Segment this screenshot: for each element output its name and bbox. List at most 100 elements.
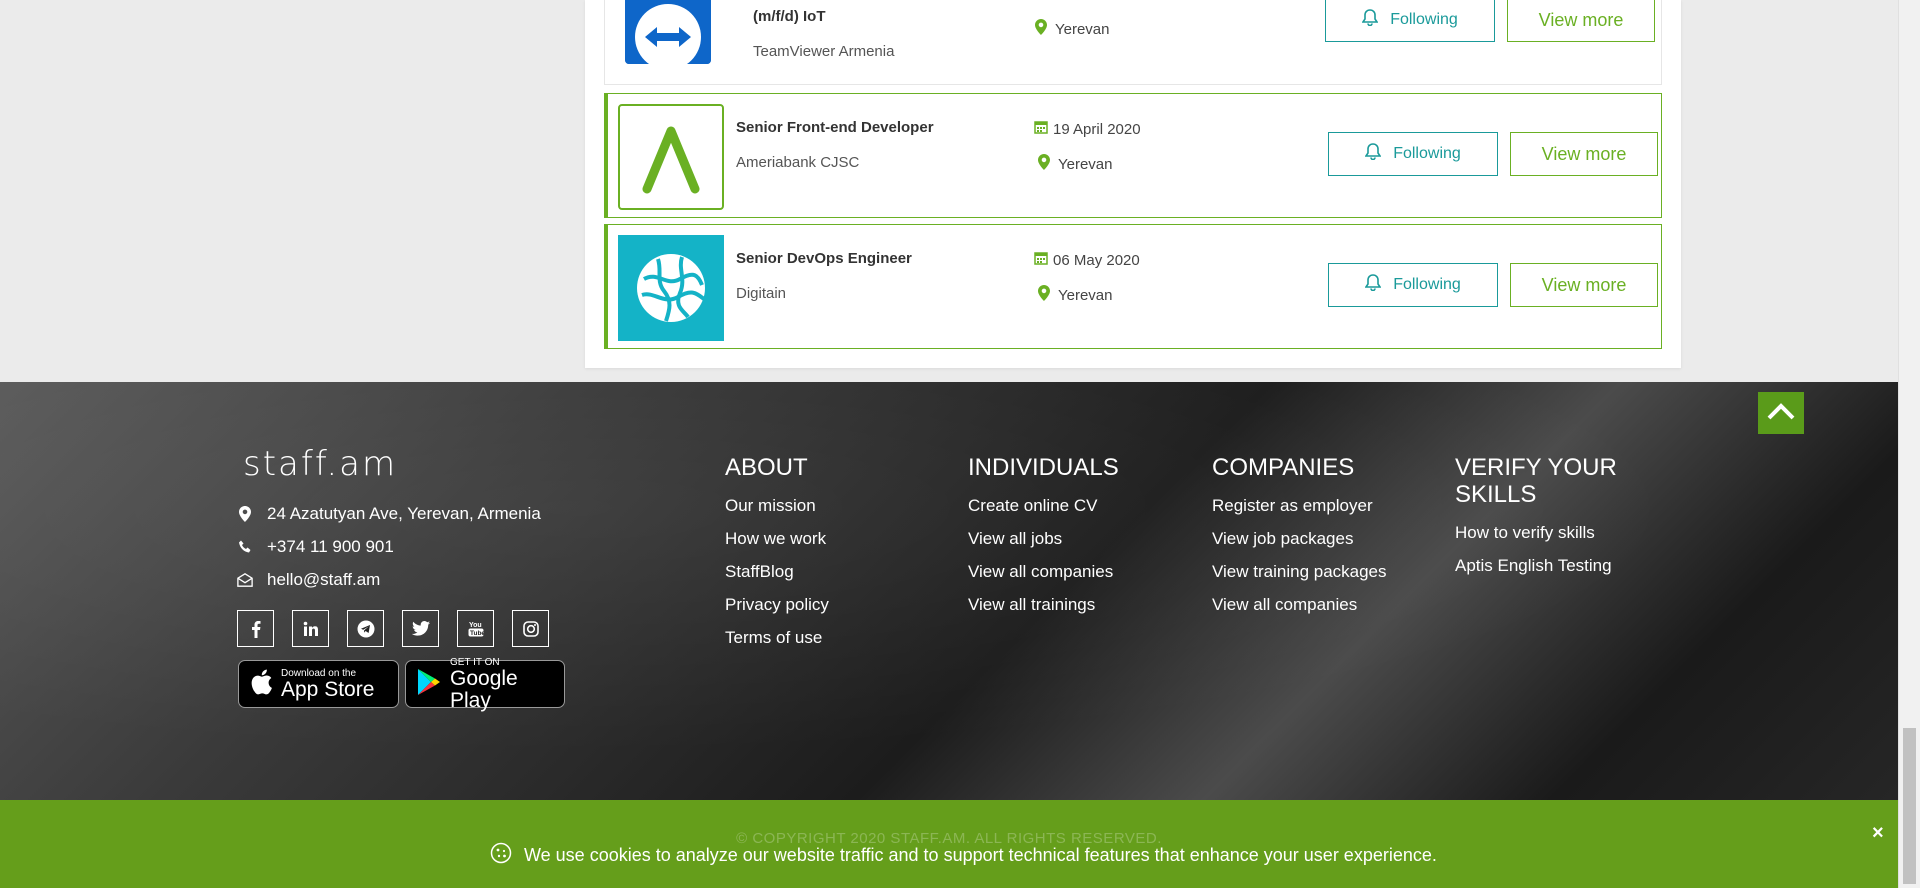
svg-text:You: You	[469, 622, 482, 629]
footer-col-individuals: INDIVIDUALS Create online CV View all jo…	[968, 454, 1119, 621]
app-store-big: App Store	[281, 677, 375, 701]
ameriabank-logo	[618, 104, 724, 210]
google-play-button[interactable]: GET IT ON Google Play	[405, 657, 565, 711]
cookie-message: We use cookies to analyze our website tr…	[490, 842, 1437, 869]
following-button[interactable]: Following	[1328, 132, 1498, 176]
content-area: (m/f/d) IoT TeamViewer Armenia Yerevan F…	[0, 0, 1898, 382]
app-store-text: Download on the App Store	[281, 668, 374, 701]
cookie-icon	[490, 842, 512, 869]
location-text: Yerevan	[1058, 155, 1113, 173]
view-more-button[interactable]: View more	[1510, 263, 1658, 307]
location-text: Yerevan	[1058, 286, 1113, 304]
bell-icon	[1364, 143, 1382, 165]
footer-link[interactable]: Privacy policy	[725, 588, 829, 621]
footer-link[interactable]: Register as employer	[1212, 489, 1387, 522]
footer-link[interactable]: Create online CV	[968, 489, 1119, 522]
job-date: 06 May 2020	[1034, 251, 1140, 269]
scrollbar[interactable]	[1898, 0, 1920, 888]
phone-icon	[237, 539, 253, 555]
footer-link[interactable]: StaffBlog	[725, 555, 829, 588]
google-play-small: GET IT ON	[450, 656, 500, 668]
job-title[interactable]: Senior Front-end Developer	[736, 118, 934, 138]
google-play-text: GET IT ON Google Play	[450, 657, 554, 712]
linkedin-icon[interactable]	[292, 610, 329, 647]
instagram-icon[interactable]	[512, 610, 549, 647]
facebook-icon[interactable]	[237, 610, 274, 647]
col-heading: COMPANIES	[1212, 454, 1355, 481]
view-more-button[interactable]: View more	[1507, 0, 1655, 42]
scrollbar-thumb[interactable]	[1903, 728, 1916, 884]
footer-link[interactable]: View job packages	[1212, 522, 1387, 555]
col-heading: INDIVIDUALS	[968, 454, 1119, 481]
calendar-icon	[1034, 120, 1048, 138]
company-name[interactable]: Digitain	[736, 285, 786, 302]
following-label: Following	[1393, 145, 1461, 162]
following-label: Following	[1390, 11, 1458, 28]
footer-link[interactable]: View training packages	[1212, 555, 1387, 588]
footer-link[interactable]: View all trainings	[968, 588, 1119, 621]
view-more-button[interactable]: View more	[1510, 132, 1658, 176]
app-store-button[interactable]: Download on the App Store	[238, 660, 399, 708]
footer-email[interactable]: hello@staff.am	[237, 570, 380, 590]
following-button[interactable]: Following	[1325, 0, 1495, 42]
following-button[interactable]: Following	[1328, 263, 1498, 307]
footer: staff.am 24 Azatutyan Ave, Yerevan, Arme…	[0, 382, 1898, 800]
following-label: Following	[1393, 276, 1461, 293]
footer-col-about: ABOUT Our mission How we work StaffBlog …	[725, 454, 829, 654]
bell-icon	[1364, 274, 1382, 296]
youtube-icon[interactable]: You Tube	[457, 610, 494, 647]
footer-col-companies: COMPANIES Register as employer View job …	[1212, 454, 1387, 621]
job-location: Yerevan	[1035, 19, 1110, 39]
jobs-panel: (m/f/d) IoT TeamViewer Armenia Yerevan F…	[585, 0, 1681, 368]
twitter-icon[interactable]	[402, 610, 439, 647]
job-card: (m/f/d) IoT TeamViewer Armenia Yerevan F…	[604, 0, 1662, 85]
footer-link[interactable]: View all companies	[1212, 588, 1387, 621]
footer-link[interactable]: Terms of use	[725, 621, 829, 654]
map-pin-icon	[1038, 154, 1050, 174]
job-title[interactable]: Senior DevOps Engineer	[736, 249, 912, 269]
location-text: Yerevan	[1055, 20, 1110, 38]
date-text: 19 April 2020	[1053, 120, 1141, 138]
job-date: 19 April 2020	[1034, 120, 1141, 138]
col-heading: ABOUT	[725, 454, 808, 481]
social-links: You Tube	[237, 610, 549, 647]
job-card: Senior Front-end Developer Ameriabank CJ…	[604, 93, 1662, 218]
cookie-text: We use cookies to analyze our website tr…	[524, 845, 1437, 865]
chevron-up-icon	[1766, 401, 1796, 426]
telegram-icon[interactable]	[347, 610, 384, 647]
digitain-logo	[618, 235, 724, 341]
envelope-icon	[237, 572, 253, 588]
footer-link[interactable]: View all jobs	[968, 522, 1119, 555]
footer-phone[interactable]: +374 11 900 901	[237, 537, 394, 557]
footer-link[interactable]: How we work	[725, 522, 829, 555]
company-name[interactable]: TeamViewer Armenia	[753, 43, 894, 60]
date-text: 06 May 2020	[1053, 251, 1140, 269]
app-store-small: Download on the	[281, 667, 357, 679]
footer-link[interactable]: Our mission	[725, 489, 829, 522]
job-card: Senior DevOps Engineer Digitain 06 May 2…	[604, 224, 1662, 349]
cookie-bar: © COPYRIGHT 2020 STAFF.AM. ALL RIGHTS RE…	[0, 800, 1898, 888]
phone-text[interactable]: +374 11 900 901	[267, 537, 394, 557]
footer-col-verify: VERIFY YOUR SKILLS How to verify skills …	[1455, 454, 1655, 582]
job-title[interactable]: (m/f/d) IoT	[753, 7, 825, 27]
close-icon[interactable]: ×	[1872, 822, 1884, 845]
col-heading: VERIFY YOUR SKILLS	[1455, 454, 1617, 508]
map-pin-icon	[1038, 285, 1050, 305]
bell-icon	[1361, 9, 1379, 31]
footer-link[interactable]: View all companies	[968, 555, 1119, 588]
company-name[interactable]: Ameriabank CJSC	[736, 154, 859, 171]
map-pin-icon	[237, 506, 253, 522]
address-text: 24 Azatutyan Ave, Yerevan, Armenia	[267, 504, 541, 523]
google-play-icon	[416, 668, 442, 701]
job-location: Yerevan	[1038, 285, 1113, 305]
calendar-icon	[1034, 251, 1048, 269]
apple-icon	[249, 668, 273, 701]
google-play-big: Google Play	[450, 666, 518, 712]
footer-link[interactable]: How to verify skills	[1455, 516, 1655, 549]
footer-address: 24 Azatutyan Ave, Yerevan, Armenia	[237, 504, 541, 524]
footer-link[interactable]: Aptis English Testing	[1455, 549, 1655, 582]
map-pin-icon	[1035, 19, 1047, 39]
scroll-to-top-button[interactable]	[1758, 392, 1804, 434]
staff-am-logo[interactable]: staff.am	[243, 444, 397, 484]
email-text[interactable]: hello@staff.am	[267, 570, 380, 590]
